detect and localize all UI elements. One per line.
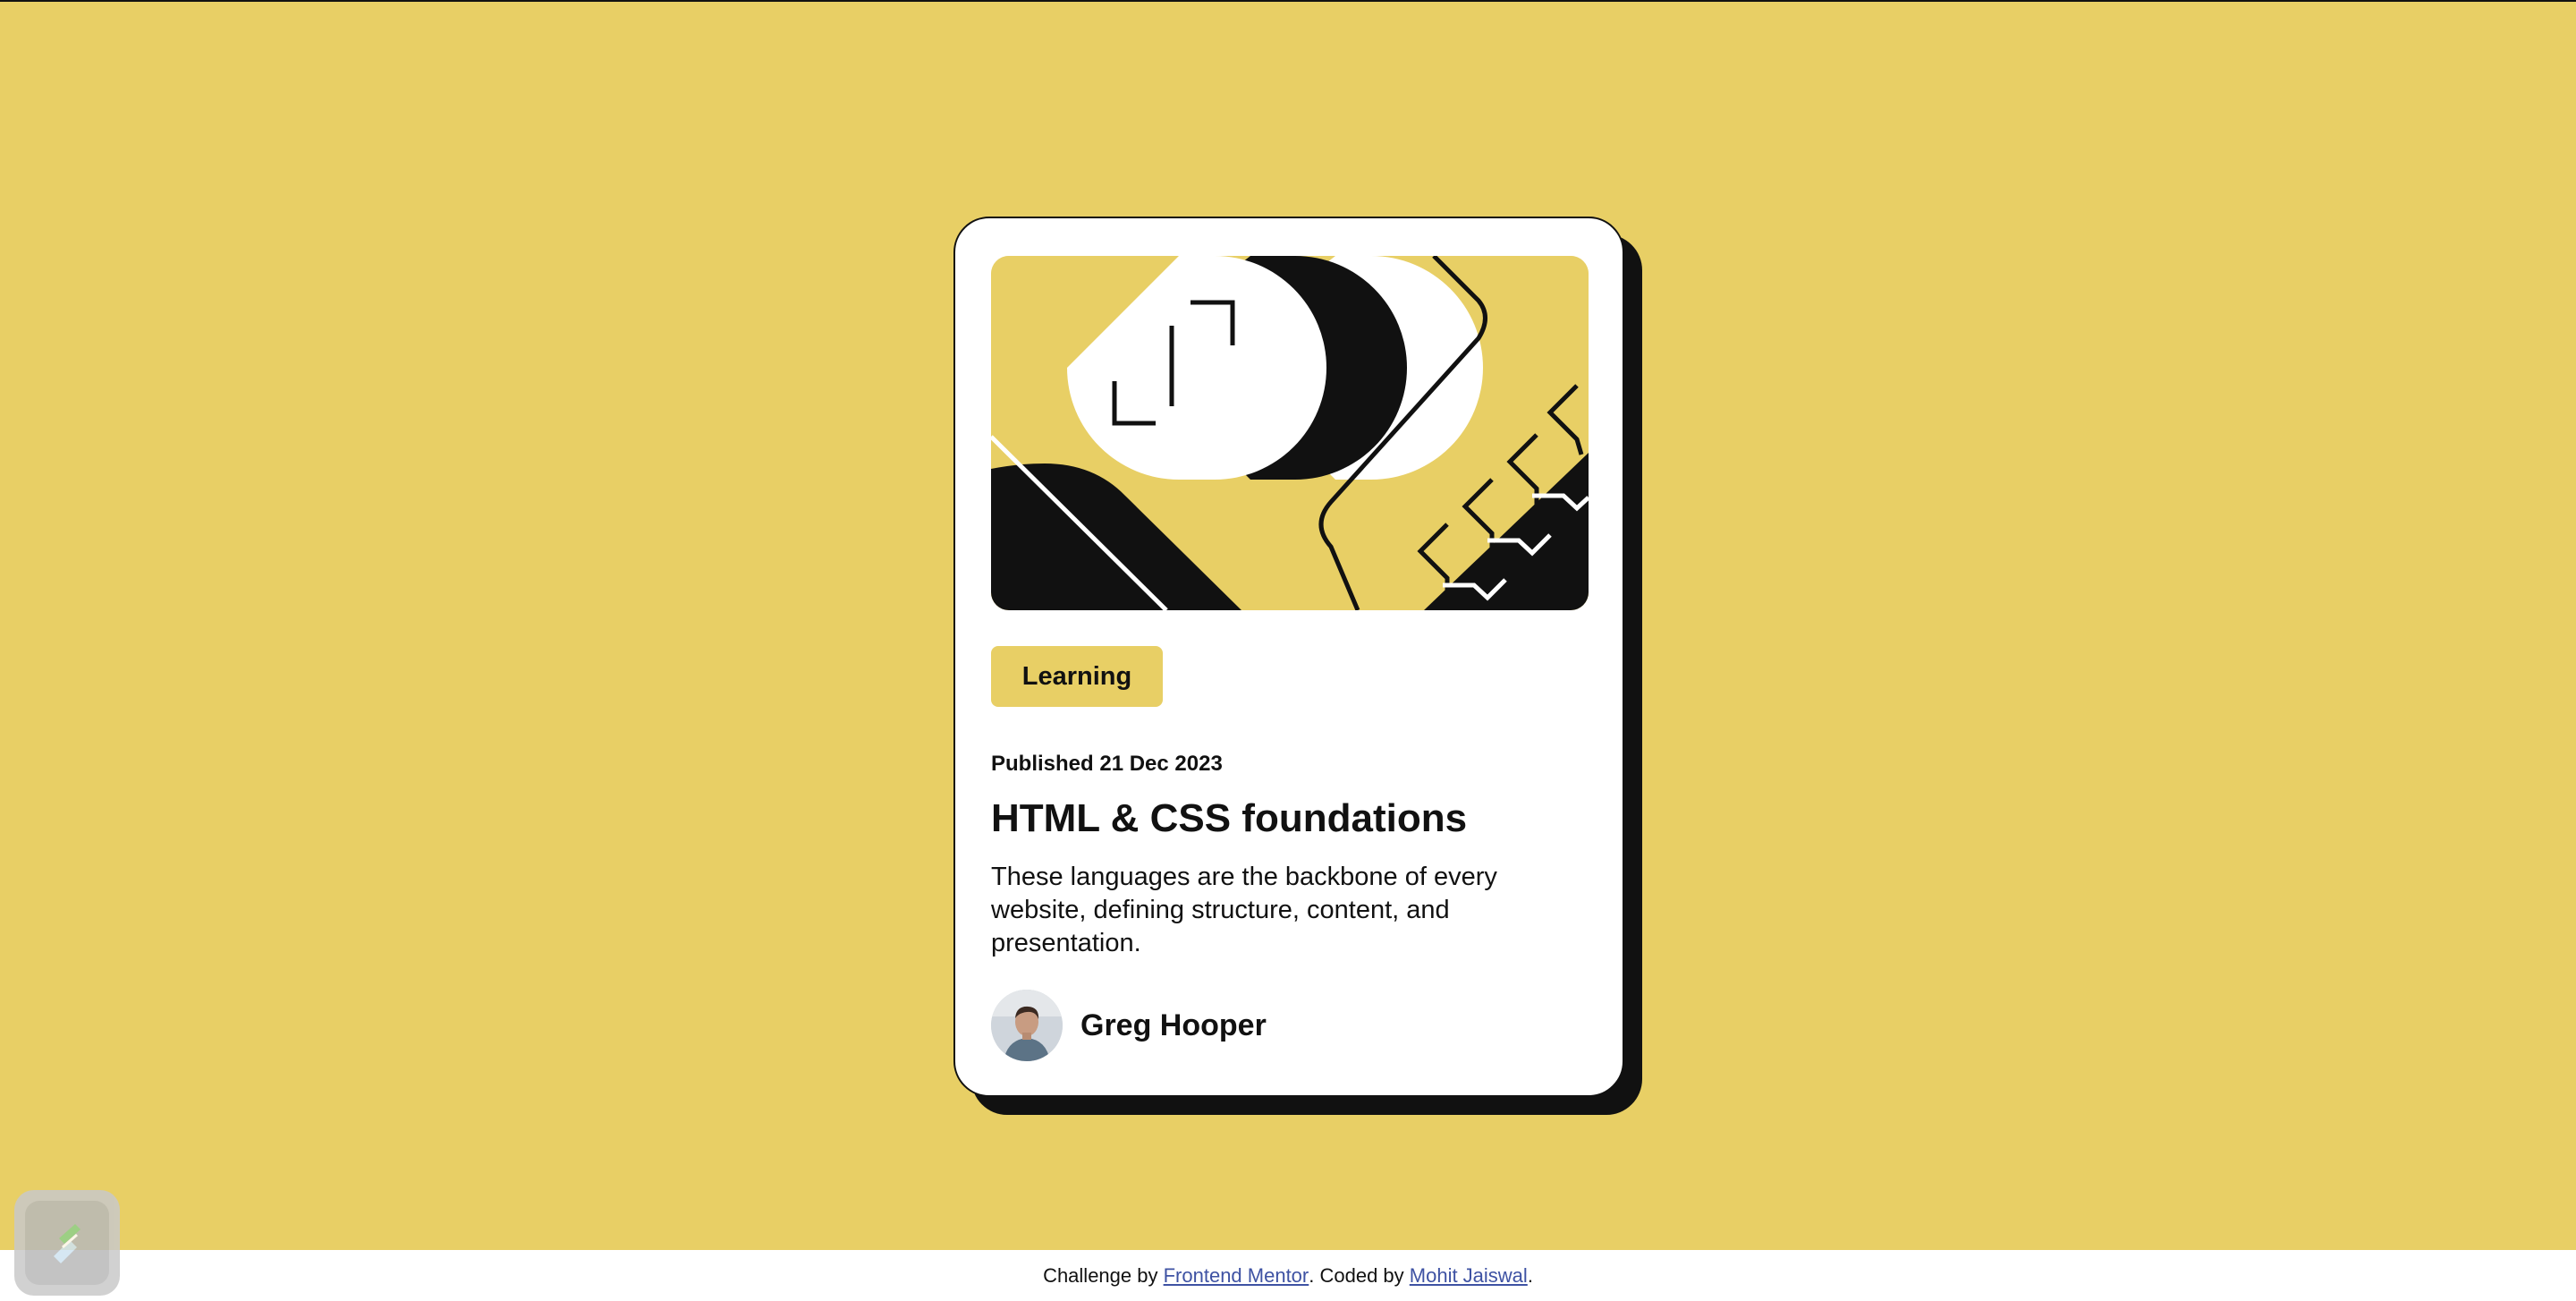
avatar-photo-icon (991, 990, 1063, 1061)
blog-card: Learning Published 21 Dec 2023 HTML & CS… (953, 217, 1642, 1115)
attribution-footer: Challenge by Frontend Mentor . Coded by … (0, 1250, 2576, 1301)
coder-link[interactable]: Mohit Jaiswal (1410, 1264, 1528, 1288)
page-background: Learning Published 21 Dec 2023 HTML & CS… (0, 2, 2576, 1250)
hero-illustration (991, 256, 1589, 610)
card-title[interactable]: HTML & CSS foundations (991, 796, 1467, 841)
abstract-illustration-icon (991, 256, 1589, 610)
published-date: Published 21 Dec 2023 (991, 752, 1223, 776)
footer-middle: . Coded by (1309, 1263, 1410, 1287)
footer-suffix: . (1527, 1263, 1533, 1287)
footer-prefix: Challenge by (1043, 1263, 1164, 1287)
author-name: Greg Hooper (1080, 1008, 1267, 1042)
card-body: Learning Published 21 Dec 2023 HTML & CS… (953, 217, 1624, 1097)
author: Greg Hooper (991, 990, 1267, 1061)
category-tag: Learning (991, 646, 1163, 707)
card-description: These languages are the backbone of ever… (991, 863, 1497, 957)
frontend-mentor-link[interactable]: Frontend Mentor (1164, 1264, 1309, 1288)
avatar (991, 990, 1063, 1061)
